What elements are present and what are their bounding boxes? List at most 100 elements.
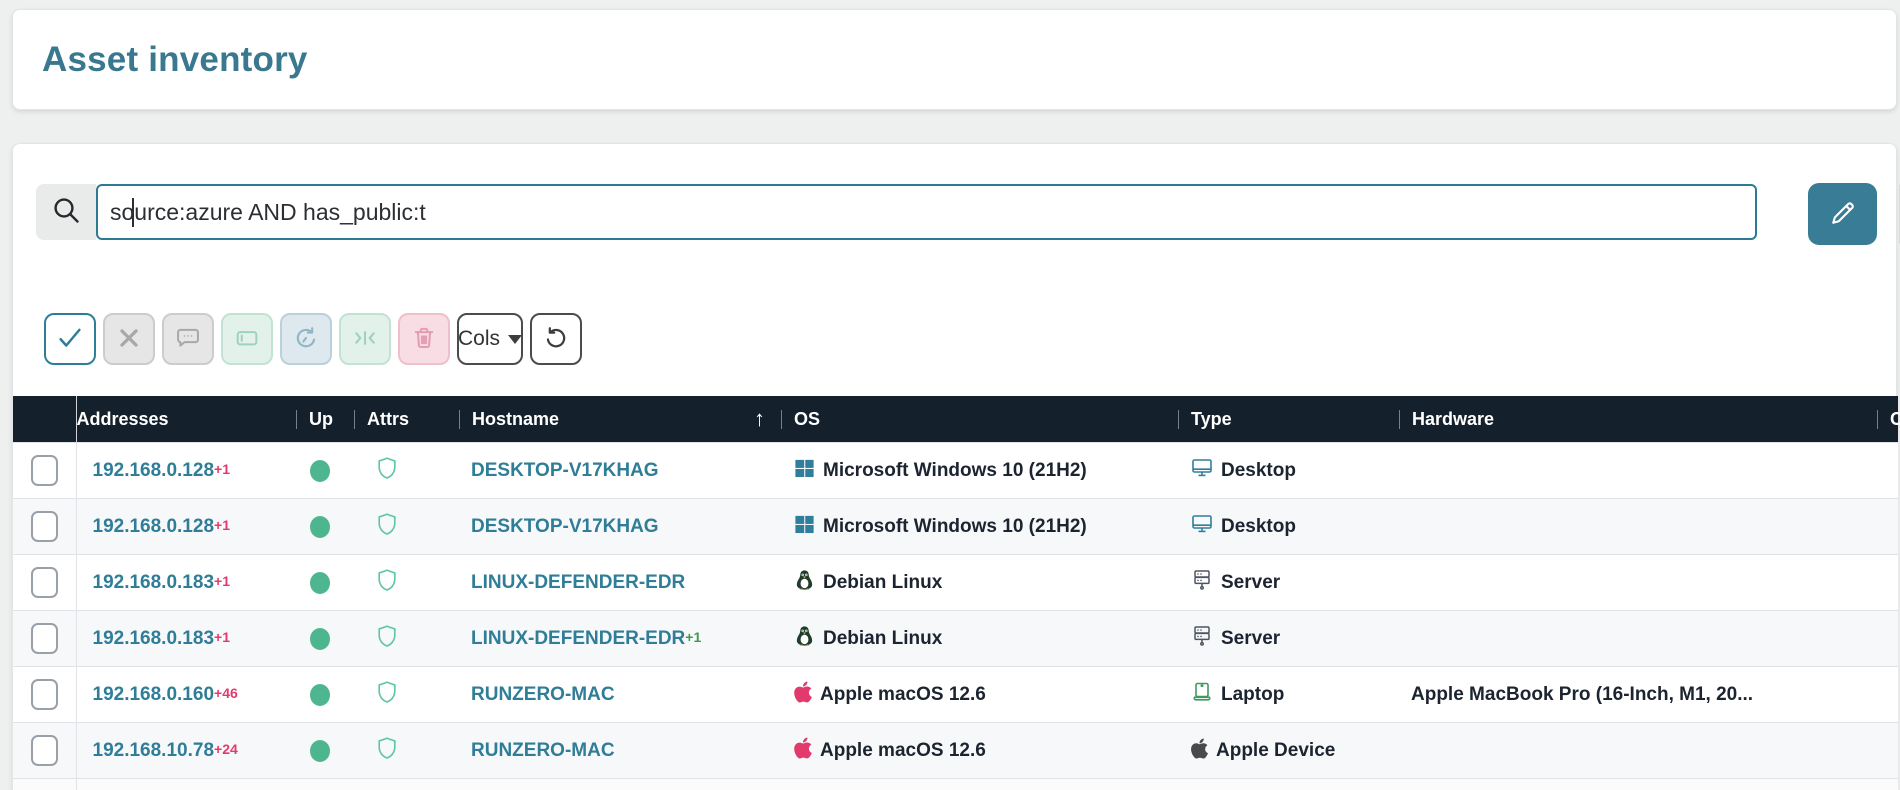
comment-icon xyxy=(174,324,202,355)
comment-button[interactable] xyxy=(162,313,214,365)
edit-query-button[interactable] xyxy=(1808,183,1877,245)
extra-addresses-badge[interactable]: +46 xyxy=(214,685,238,701)
check-icon xyxy=(55,323,85,356)
address-link[interactable]: 192.168.0.183+1 xyxy=(77,572,230,594)
reset-icon xyxy=(542,324,570,355)
columns-dropdown[interactable]: Cols xyxy=(457,313,523,365)
table-row-clipped xyxy=(13,778,1898,790)
up-status-icon xyxy=(310,627,330,650)
search-input[interactable] xyxy=(96,184,1757,240)
windows-icon xyxy=(793,457,816,485)
x-icon xyxy=(116,325,142,354)
title-card: Asset inventory xyxy=(12,9,1897,110)
table-header-row: Addresses Up Attrs Hostname ↑ OS Type Har… xyxy=(13,396,1900,443)
tag-button[interactable] xyxy=(221,313,273,365)
bulk-action-toolbar: Cols xyxy=(44,313,1896,365)
sort-asc-icon: ↑ xyxy=(754,406,765,431)
tag-icon xyxy=(233,324,261,355)
laptop-icon xyxy=(1190,680,1214,709)
type-label: Laptop xyxy=(1221,683,1285,705)
os-label: Apple macOS 12.6 xyxy=(820,683,986,705)
type-label: Desktop xyxy=(1221,459,1296,481)
header-addresses[interactable]: Addresses xyxy=(76,396,296,443)
address-link[interactable]: 192.168.0.128+1 xyxy=(77,460,230,482)
shield-icon xyxy=(374,734,400,762)
type-label: Apple Device xyxy=(1216,739,1336,761)
rescan-button[interactable] xyxy=(280,313,332,365)
up-status-icon xyxy=(310,459,330,482)
server-icon xyxy=(1190,624,1214,653)
shield-icon xyxy=(374,510,400,538)
extra-addresses-badge[interactable]: +1 xyxy=(214,461,230,477)
row-checkbox[interactable] xyxy=(30,623,58,654)
extra-addresses-badge[interactable]: +1 xyxy=(214,629,230,645)
up-status-icon xyxy=(310,515,330,538)
shield-icon xyxy=(374,678,400,706)
apple-device-icon xyxy=(1190,737,1209,765)
extra-addresses-badge[interactable]: +24 xyxy=(214,741,238,757)
row-checkbox[interactable] xyxy=(30,455,58,486)
reset-view-button[interactable] xyxy=(530,313,582,365)
delete-button[interactable] xyxy=(398,313,450,365)
caret-down-icon xyxy=(508,334,523,344)
inventory-card: Cols Addresses Up Attrs Hostname↑ OS Typ… xyxy=(12,143,1900,790)
shield-icon xyxy=(374,622,400,650)
server-icon xyxy=(1190,568,1214,597)
pencil-icon xyxy=(1828,198,1858,231)
apple-icon xyxy=(793,680,813,709)
os-label: Debian Linux xyxy=(823,627,943,649)
table-row: 192.168.0.160+46 RUNZERO-MAC Apple macOS… xyxy=(13,666,1898,723)
shield-icon xyxy=(374,566,400,594)
header-hardware[interactable]: Hardware xyxy=(1399,396,1877,443)
hostname-link[interactable]: LINUX-DEFENDER-EDR xyxy=(459,572,685,594)
reject-assets-button[interactable] xyxy=(103,313,155,365)
table-row: 192.168.0.128+1 DESKTOP-V17KHAG Microsof… xyxy=(13,498,1898,555)
asset-table: Addresses Up Attrs Hostname ↑ OS Type Har… xyxy=(13,396,1900,790)
row-checkbox[interactable] xyxy=(30,511,58,542)
header-os[interactable]: OS xyxy=(781,396,1178,443)
header-partial[interactable]: O xyxy=(1877,396,1900,443)
header-up[interactable]: Up xyxy=(296,396,354,443)
table-row: 192.168.0.183+1 LINUX-DEFENDER-EDR+1 Deb… xyxy=(13,610,1898,667)
header-type[interactable]: Type xyxy=(1178,396,1399,443)
address-link[interactable]: 192.168.0.128+1 xyxy=(77,516,230,538)
header-hostname[interactable]: Hostname ↑ xyxy=(459,396,781,443)
row-checkbox[interactable] xyxy=(30,679,58,710)
extra-addresses-badge[interactable]: +1 xyxy=(214,573,230,589)
up-status-icon xyxy=(310,683,330,706)
merge-button[interactable] xyxy=(339,313,391,365)
table-row: 192.168.0.128+1 DESKTOP-V17KHAG Microsof… xyxy=(13,442,1898,499)
os-label: Microsoft Windows 10 (21H2) xyxy=(823,459,1087,481)
os-label: Debian Linux xyxy=(823,571,943,593)
address-link[interactable]: 192.168.0.160+46 xyxy=(77,684,238,706)
rescan-icon xyxy=(292,324,320,355)
shield-icon xyxy=(374,454,400,482)
row-checkbox[interactable] xyxy=(30,567,58,598)
hostname-link[interactable]: RUNZERO-MAC xyxy=(459,740,615,762)
search-icon xyxy=(50,194,82,231)
merge-icon xyxy=(351,324,379,355)
columns-label: Cols xyxy=(458,327,501,350)
extra-hostnames-badge[interactable]: +1 xyxy=(685,629,701,645)
row-checkbox[interactable] xyxy=(30,735,58,766)
text-caret xyxy=(132,198,134,227)
type-label: Server xyxy=(1221,627,1281,649)
hostname-link[interactable]: RUNZERO-MAC xyxy=(459,684,615,706)
desktop-icon xyxy=(1190,456,1214,485)
confirm-assets-button[interactable] xyxy=(44,313,96,365)
table-row: 192.168.0.183+1 LINUX-DEFENDER-EDR Debia… xyxy=(13,554,1898,611)
extra-addresses-badge[interactable]: +1 xyxy=(214,517,230,533)
os-label: Microsoft Windows 10 (21H2) xyxy=(823,515,1087,537)
linux-icon xyxy=(793,624,816,653)
search-button[interactable] xyxy=(36,184,96,240)
header-attrs[interactable]: Attrs xyxy=(354,396,459,443)
address-link[interactable]: 192.168.0.183+1 xyxy=(77,628,230,650)
up-status-icon xyxy=(310,571,330,594)
hostname-link[interactable]: DESKTOP-V17KHAG xyxy=(459,516,659,538)
desktop-icon xyxy=(1190,512,1214,541)
hostname-link[interactable]: DESKTOP-V17KHAG xyxy=(459,460,659,482)
hostname-link[interactable]: LINUX-DEFENDER-EDR+1 xyxy=(459,628,701,650)
address-link[interactable]: 192.168.10.78+24 xyxy=(77,740,238,762)
type-label: Server xyxy=(1221,571,1281,593)
table-row: 192.168.10.78+24 RUNZERO-MAC Apple macOS… xyxy=(13,722,1898,779)
